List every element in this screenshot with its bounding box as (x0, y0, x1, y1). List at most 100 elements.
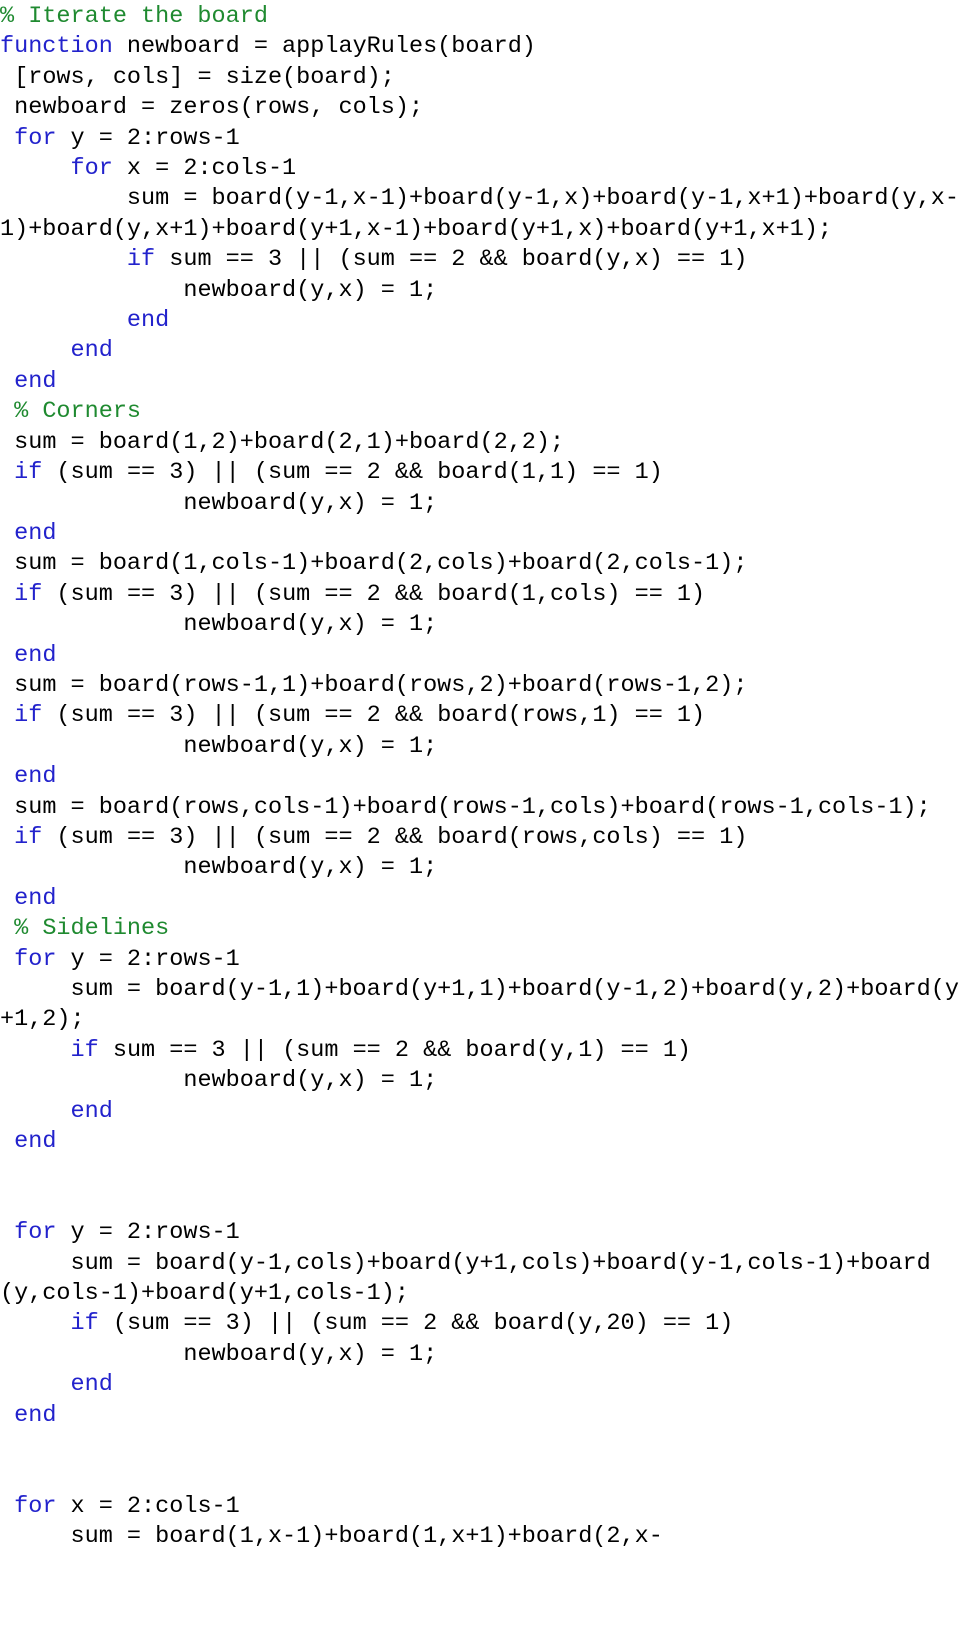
code-line: % Iterate the board (0, 2, 960, 32)
code-line: for y = 2:rows-1 (0, 945, 960, 975)
code-line: end (0, 1127, 960, 1157)
code-line: end (0, 336, 960, 366)
code-line: for x = 2:cols-1 (0, 154, 960, 184)
code-line: % Corners (0, 397, 960, 427)
code-token-plain: sum == 3 || (sum == 2 && board(y,x) == 1… (155, 246, 748, 274)
code-token-keyword: end (0, 519, 57, 547)
code-token-keyword: if (0, 1310, 99, 1338)
code-token-keyword: for (0, 155, 113, 183)
code-line: if (sum == 3) || (sum == 2 && board(1,co… (0, 580, 960, 610)
code-line: end (0, 1097, 960, 1127)
code-token-keyword: end (0, 337, 113, 365)
code-token-plain: sum = board(1,2)+board(2,1)+board(2,2); (0, 428, 565, 456)
code-token-keyword: if (0, 580, 43, 608)
code-line: newboard(y,x) = 1; (0, 732, 960, 762)
code-line: sum = board(y-1,x-1)+board(y-1,x)+board(… (0, 184, 960, 245)
code-line: newboard(y,x) = 1; (0, 1066, 960, 1096)
code-line: end (0, 1370, 960, 1400)
code-token-plain: newboard(y,x) = 1; (0, 1067, 438, 1095)
code-line: sum = board(y-1,1)+board(y+1,1)+board(y-… (0, 975, 960, 1036)
code-line: for y = 2:rows-1 (0, 1218, 960, 1248)
code-line: sum = board(rows,cols-1)+board(rows-1,co… (0, 793, 960, 823)
code-token-plain: (sum == 3) || (sum == 2 && board(rows,co… (42, 823, 748, 851)
code-token-plain: [rows, cols] = size(board); (0, 63, 395, 91)
code-listing: % Iterate the board function newboard = a… (0, 0, 960, 1553)
code-token-keyword: end (0, 307, 170, 335)
code-token-keyword: end (0, 1371, 113, 1399)
code-token-plain: sum = board(y-1,cols)+board(y+1,cols)+bo… (0, 1249, 931, 1308)
code-token-comment: % Iterate the board (0, 3, 268, 30)
code-token-plain: sum = board(1,cols-1)+board(2,cols)+boar… (0, 550, 748, 578)
code-token-keyword: for (0, 124, 57, 152)
code-token-plain: y = 2:rows-1 (56, 945, 240, 973)
code-token-keyword: function (0, 33, 113, 61)
code-token-comment: % Corners (0, 398, 142, 426)
code-token-keyword: for (0, 1219, 57, 1247)
code-token-plain: newboard(y,x) = 1; (0, 489, 438, 517)
code-token-plain: sum = board(y-1,1)+board(y+1,1)+board(y-… (0, 976, 959, 1034)
code-token-keyword: end (0, 1401, 57, 1429)
code-line: end (0, 641, 960, 671)
code-token-plain: sum = board(y-1,x-1)+board(y-1,x)+board(… (0, 185, 959, 243)
code-token-plain: y = 2:rows-1 (56, 124, 240, 152)
code-token-plain: x = 2:cols-1 (56, 1492, 240, 1520)
code-line: % Sidelines (0, 914, 960, 944)
code-token-plain: newboard(y,x) = 1; (0, 854, 438, 882)
code-line: if (sum == 3) || (sum == 2 && board(rows… (0, 701, 960, 731)
code-token-keyword: end (0, 1128, 57, 1156)
code-token-keyword: if (0, 823, 43, 851)
code-token-keyword: end (0, 641, 57, 669)
code-line: for y = 2:rows-1 (0, 124, 960, 154)
code-token-plain: newboard(y,x) = 1; (0, 732, 438, 760)
code-line: sum = board(1,cols-1)+board(2,cols)+boar… (0, 549, 960, 579)
code-line: function newboard = applayRules(board) (0, 32, 960, 62)
code-line: end (0, 884, 960, 914)
code-line: newboard(y,x) = 1; (0, 1340, 960, 1370)
code-line: newboard(y,x) = 1; (0, 853, 960, 883)
code-line: if (sum == 3) || (sum == 2 && board(rows… (0, 823, 960, 853)
code-token-plain: newboard(y,x) = 1; (0, 1340, 438, 1368)
code-token-comment: % Sidelines (0, 915, 170, 943)
code-token-plain: sum = board(rows,cols-1)+board(rows-1,co… (0, 793, 931, 821)
code-token-plain: newboard = zeros(rows, cols); (0, 94, 424, 122)
code-line: newboard(y,x) = 1; (0, 276, 960, 306)
code-token-plain: sum == 3 || (sum == 2 && board(y,1) == 1… (98, 1036, 692, 1064)
code-token-plain: x = 2:cols-1 (112, 155, 297, 183)
code-token-plain: (sum == 3) || (sum == 2 && board(rows,1)… (42, 702, 706, 730)
code-token-plain: y = 2:rows-1 (56, 1219, 240, 1247)
code-token-plain: newboard(y,x) = 1; (0, 276, 438, 304)
code-line: sum = board(rows-1,1)+board(rows,2)+boar… (0, 671, 960, 701)
code-line: sum = board(1,x-1)+board(1,x+1)+board(2,… (0, 1522, 960, 1552)
code-token-keyword: if (0, 459, 43, 487)
code-line: if sum == 3 || (sum == 2 && board(y,x) =… (0, 245, 960, 275)
code-token-plain: newboard = applayRules(board) (112, 33, 536, 61)
code-token-keyword: end (0, 763, 57, 791)
code-token-keyword: if (0, 1036, 99, 1064)
code-token-plain: sum = board(1,x-1)+board(1,x+1)+board(2,… (0, 1523, 663, 1551)
code-line: newboard = zeros(rows, cols); (0, 93, 960, 123)
code-line: for x = 2:cols-1 (0, 1492, 960, 1522)
code-token-plain: (sum == 3) || (sum == 2 && board(y,20) =… (98, 1310, 734, 1338)
code-token-keyword: end (0, 1097, 113, 1125)
code-line: end (0, 306, 960, 336)
code-token-plain: newboard(y,x) = 1; (0, 611, 438, 639)
code-line: if (sum == 3) || (sum == 2 && board(y,20… (0, 1309, 960, 1339)
code-token-keyword: end (0, 367, 57, 395)
code-token-plain: (sum == 3) || (sum == 2 && board(1,cols)… (42, 580, 706, 608)
code-line: if sum == 3 || (sum == 2 && board(y,1) =… (0, 1036, 960, 1066)
code-line: end (0, 519, 960, 549)
code-token-plain: (sum == 3) || (sum == 2 && board(1,1) ==… (42, 459, 663, 487)
code-token-keyword: if (0, 246, 156, 274)
code-line: sum = board(1,2)+board(2,1)+board(2,2); (0, 428, 960, 458)
code-token-keyword: for (0, 945, 57, 973)
code-line: end (0, 762, 960, 792)
code-line: end (0, 367, 960, 397)
code-line: if (sum == 3) || (sum == 2 && board(1,1)… (0, 458, 960, 488)
code-line: sum = board(y-1,cols)+board(y+1,cols)+bo… (0, 1249, 960, 1310)
code-line: [rows, cols] = size(board); (0, 63, 960, 93)
code-token-keyword: if (0, 702, 43, 730)
code-token-keyword: end (0, 884, 57, 912)
